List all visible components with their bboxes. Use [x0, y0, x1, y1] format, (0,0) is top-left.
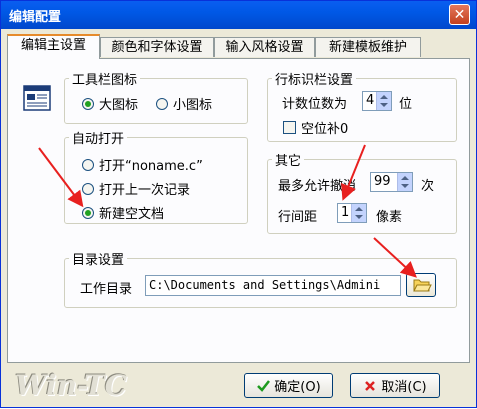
tab-edit-main[interactable]: 编辑主设置 — [7, 34, 100, 59]
annotation-arrows — [38, 144, 417, 278]
arrow-to-new-empty — [38, 147, 84, 208]
arrow-to-spacing — [341, 144, 366, 201]
arrow-to-folder — [373, 237, 417, 278]
tab-label: 编辑主设置 — [20, 38, 86, 53]
config-dialog: 编辑配置 ✕ 编辑主设置 颜色和字体设置 输入风格设置 新建模板维护 工具栏图标… — [0, 0, 477, 408]
